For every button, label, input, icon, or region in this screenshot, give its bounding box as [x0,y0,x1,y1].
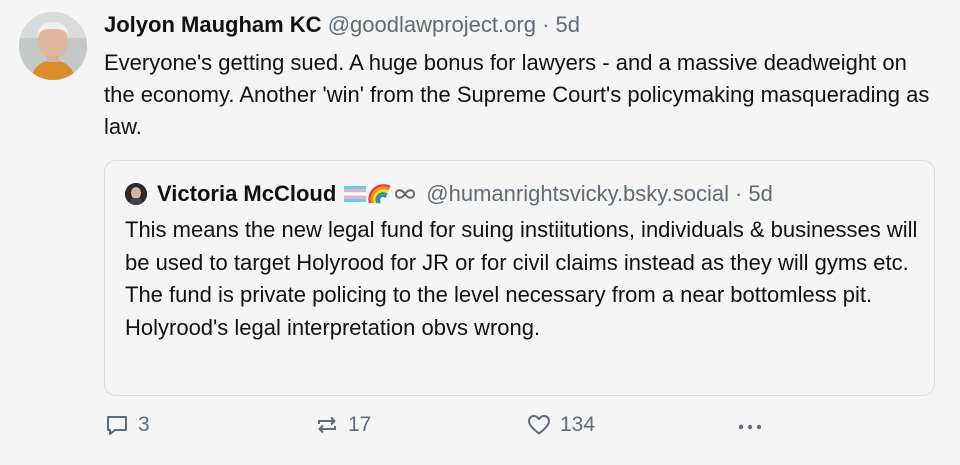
trans-flag-icon [344,186,367,202]
quoted-author-name[interactable]: Victoria McCloud [157,179,336,209]
reply-count: 3 [138,413,150,436]
quoted-post-timestamp[interactable]: 5d [748,179,772,209]
repost-icon [318,416,336,434]
post-actions: 3 17 134 [104,412,884,446]
repost-button[interactable]: 17 [314,412,371,438]
author-name[interactable]: Jolyon Maugham KC [104,12,322,37]
quoted-post-text: This means the new legal fund for suing … [125,217,918,340]
like-count: 134 [560,413,596,436]
reply-icon [107,416,127,435]
meta-separator: · [542,12,550,37]
heart-icon [528,415,550,435]
quoted-author-avatar[interactable] [125,183,147,205]
infinity-icon [395,189,416,199]
post-timestamp[interactable]: 5d [556,12,580,37]
author-handle[interactable]: @goodlawproject.org [328,12,536,37]
quoted-post-header: Victoria McCloud @humanrightsvicky.bsky.… [125,179,773,209]
quoted-author-handle[interactable]: @humanrightsvicky.bsky.social [426,179,729,209]
repost-count: 17 [348,413,372,436]
more-options-button[interactable] [736,412,774,438]
name-badges [344,183,416,205]
like-button[interactable]: 134 [526,412,595,438]
reply-button[interactable]: 3 [104,412,150,438]
quoted-post[interactable]: Victoria McCloud @humanrightsvicky.bsky.… [104,160,935,396]
post-header: Jolyon Maugham KC @goodlawproject.org · … [104,10,944,40]
post-text: Everyone's getting sued. A huge bonus fo… [104,50,930,139]
meta-separator: · [735,181,743,206]
more-icon [738,424,762,430]
rainbow-icon [368,184,391,204]
post[interactable]: Jolyon Maugham KC @goodlawproject.org · … [104,10,944,143]
author-avatar[interactable] [19,12,87,80]
